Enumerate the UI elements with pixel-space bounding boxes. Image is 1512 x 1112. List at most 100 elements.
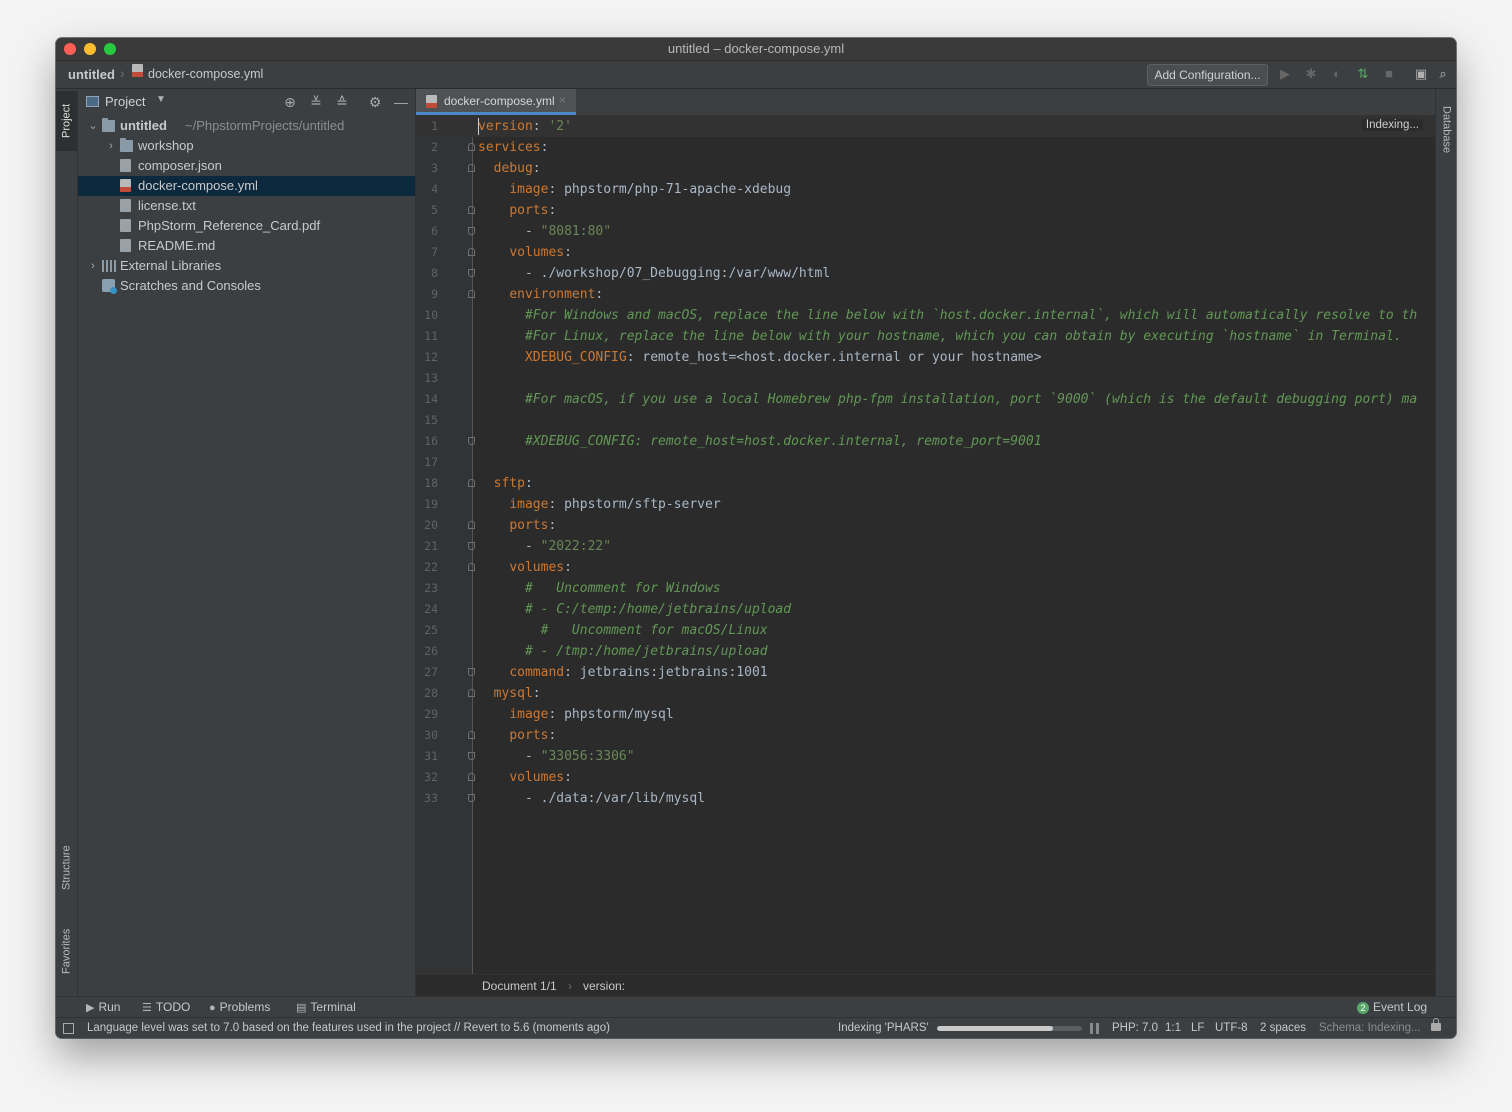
fold-end-icon[interactable] (468, 269, 475, 277)
code-line[interactable]: 6 - "8081:80" (416, 221, 1435, 242)
coverage-icon[interactable]: ◐ (1329, 66, 1345, 82)
nav-file-crumb[interactable]: docker-compose.yml (148, 67, 263, 81)
hide-panel-icon[interactable]: — (392, 93, 410, 111)
fold-collapse-icon[interactable] (468, 521, 475, 529)
indent-setting[interactable]: 2 spaces (1260, 1018, 1306, 1038)
fold-collapse-icon[interactable] (468, 206, 475, 214)
maximize-window-button[interactable] (104, 43, 116, 55)
code-line[interactable]: 30 ports: (416, 725, 1435, 746)
structure-tool-tab[interactable]: Structure (56, 831, 77, 905)
search-icon[interactable]: ⌕ (1435, 66, 1451, 82)
code-editor[interactable]: 1 version: '2' 2 services: 3 debug: 4 image: … (416, 116, 1435, 974)
code-line[interactable]: 29 image: phpstorm/mysql (416, 704, 1435, 725)
code-line[interactable]: 3 debug: (416, 158, 1435, 179)
favorites-tool-tab[interactable]: Favorites (56, 915, 77, 987)
expand-all-icon[interactable]: ≚ (307, 93, 325, 111)
fold-end-icon[interactable] (468, 227, 475, 235)
tree-item-phpstorm-reference-card-pdf[interactable]: PhpStorm_Reference_Card.pdf (78, 216, 415, 236)
line-ending[interactable]: LF (1191, 1018, 1204, 1038)
debug-icon[interactable]: ✱ (1303, 66, 1319, 82)
code-line[interactable]: 26 # - /tmp:/home/jetbrains/upload (416, 641, 1435, 662)
close-window-button[interactable] (64, 43, 76, 55)
tree-item-workshop[interactable]: › workshop (78, 136, 415, 156)
editor-tab-docker-compose[interactable]: docker-compose.yml × (416, 89, 576, 115)
code-line[interactable]: 27 command: jetbrains:jetbrains:1001 (416, 662, 1435, 683)
code-line[interactable]: 18 sftp: (416, 473, 1435, 494)
code-line[interactable]: 16 #XDEBUG_CONFIG: remote_host=host.dock… (416, 431, 1435, 452)
code-line[interactable]: 17 (416, 452, 1435, 473)
terminal-tool-button[interactable]: ▤ Terminal (296, 997, 356, 1019)
run-tool-button[interactable]: ▶ Run (86, 997, 120, 1019)
tree-item-untitled[interactable]: ⌄ untitled ~/PhpstormProjects/untitled (78, 116, 415, 136)
gear-icon[interactable]: ⚙ (366, 93, 384, 111)
code-line[interactable]: 12 XDEBUG_CONFIG: remote_host=<host.dock… (416, 347, 1435, 368)
fold-collapse-icon[interactable] (468, 164, 475, 172)
project-tool-tab[interactable]: Project (56, 91, 77, 151)
code-line[interactable]: 4 image: phpstorm/php-71-apache-xdebug (416, 179, 1435, 200)
layout-icon[interactable]: ▣ (1413, 66, 1429, 82)
event-log-button[interactable]: 2 Event Log (1357, 997, 1427, 1018)
collapse-all-icon[interactable]: ≙ (333, 93, 351, 111)
tree-item-composer-json[interactable]: composer.json (78, 156, 415, 176)
code-line[interactable]: 7 volumes: (416, 242, 1435, 263)
code-line[interactable]: 8 - ./workshop/07_Debugging:/var/www/htm… (416, 263, 1435, 284)
locate-file-icon[interactable]: ⊕ (281, 93, 299, 111)
tree-item-docker-compose-yml[interactable]: docker-compose.yml (78, 176, 415, 196)
chevron-right-icon[interactable]: › (88, 256, 98, 276)
code-line[interactable]: 2 services: (416, 137, 1435, 158)
lock-icon[interactable] (1431, 1018, 1441, 1031)
project-view-selector[interactable]: Project (105, 94, 145, 109)
code-line[interactable]: 9 environment: (416, 284, 1435, 305)
fold-collapse-icon[interactable] (468, 143, 475, 151)
add-configuration-button[interactable]: Add Configuration... (1147, 64, 1268, 86)
breadcrumb-node[interactable]: version: (583, 975, 625, 997)
code-line[interactable]: 23 # Uncomment for Windows (416, 578, 1435, 599)
stop-icon[interactable]: ■ (1381, 66, 1397, 82)
fold-end-icon[interactable] (468, 752, 475, 760)
status-message[interactable]: Language level was set to 7.0 based on t… (87, 1018, 610, 1038)
tree-item-license-txt[interactable]: license.txt (78, 196, 415, 216)
fold-end-icon[interactable] (468, 542, 475, 550)
fold-collapse-icon[interactable] (468, 479, 475, 487)
toggle-tool-windows-icon[interactable] (63, 1023, 74, 1034)
code-line[interactable]: 24 # - C:/temp:/home/jetbrains/upload (416, 599, 1435, 620)
code-line[interactable]: 13 (416, 368, 1435, 389)
chevron-down-icon[interactable]: ⌄ (88, 116, 98, 136)
fold-collapse-icon[interactable] (468, 290, 475, 298)
fold-end-icon[interactable] (468, 437, 475, 445)
code-line[interactable]: 14 #For macOS, if you use a local Homebr… (416, 389, 1435, 410)
todo-tool-button[interactable]: ☰ TODO (142, 997, 190, 1019)
nav-project-crumb[interactable]: untitled (68, 67, 115, 82)
code-line[interactable]: 11 #For Linux, replace the line below wi… (416, 326, 1435, 347)
code-line[interactable]: 32 volumes: (416, 767, 1435, 788)
code-line[interactable]: 20 ports: (416, 515, 1435, 536)
code-line[interactable]: 21 - "2022:22" (416, 536, 1435, 557)
code-line[interactable]: 5 ports: (416, 200, 1435, 221)
code-line[interactable]: 15 (416, 410, 1435, 431)
breadcrumb-document[interactable]: Document 1/1 (482, 975, 557, 997)
fold-collapse-icon[interactable] (468, 563, 475, 571)
code-line[interactable]: 10 #For Windows and macOS, replace the l… (416, 305, 1435, 326)
chevron-right-icon[interactable]: › (106, 136, 116, 156)
pause-icon[interactable] (1090, 1023, 1099, 1034)
caret-position[interactable]: 1:1 (1165, 1018, 1181, 1038)
chevron-down-icon[interactable]: ▼ (156, 94, 166, 105)
close-tab-icon[interactable]: × (559, 93, 566, 107)
code-line[interactable]: 28 mysql: (416, 683, 1435, 704)
problems-tool-button[interactable]: ● Problems (209, 997, 270, 1019)
code-line[interactable]: 1 version: '2' (416, 116, 1435, 137)
run-icon[interactable]: ▶ (1277, 66, 1293, 82)
fold-collapse-icon[interactable] (468, 731, 475, 739)
fold-collapse-icon[interactable] (468, 773, 475, 781)
fold-collapse-icon[interactable] (468, 248, 475, 256)
file-encoding[interactable]: UTF-8 (1215, 1018, 1248, 1038)
fold-collapse-icon[interactable] (468, 689, 475, 697)
tree-item-readme-md[interactable]: README.md (78, 236, 415, 256)
code-line[interactable]: 25 # Uncomment for macOS/Linux (416, 620, 1435, 641)
fold-end-icon[interactable] (468, 794, 475, 802)
minimize-window-button[interactable] (84, 43, 96, 55)
profile-icon[interactable]: ⇅ (1355, 66, 1371, 82)
json-schema[interactable]: Schema: Indexing... (1319, 1018, 1421, 1038)
php-version[interactable]: PHP: 7.0 (1112, 1018, 1158, 1038)
tree-item-scratches-and-consoles[interactable]: Scratches and Consoles (78, 276, 415, 296)
